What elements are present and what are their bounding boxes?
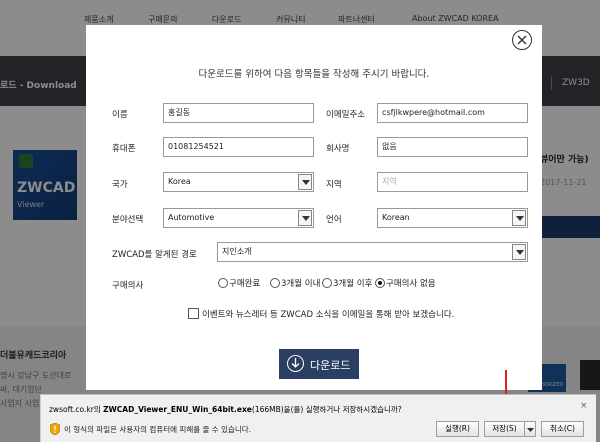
chevron-down-icon [527, 428, 534, 432]
radio-button-selected[interactable] [375, 278, 385, 288]
country-selected-value: Korea [168, 177, 191, 186]
referral-label: ZWCAD를 알게된 경로 [112, 250, 197, 260]
referral-selected-value: 지인소개 [222, 247, 252, 256]
industry-label: 분야선택 [112, 215, 144, 225]
industry-select[interactable]: Automotive [163, 208, 314, 228]
download-bar-close-icon[interactable]: × [580, 401, 588, 411]
save-button[interactable]: 저장(S) [484, 421, 525, 437]
phone-label: 휴대폰 [112, 144, 136, 154]
language-label: 언어 [326, 215, 342, 225]
radio-button[interactable] [322, 278, 332, 288]
name-input[interactable]: 홍길동 [163, 103, 314, 123]
region-label: 지역 [326, 180, 342, 190]
industry-selected-value: Automotive [168, 213, 215, 222]
download-button[interactable]: 다운로드 [279, 349, 359, 379]
email-label: 이메일주소 [326, 110, 366, 120]
newsletter-opt-in[interactable]: 이벤트와 뉴스레터 등 ZWCAD 소식을 이메일을 통해 받아 보겠습니다. [188, 308, 454, 320]
chevron-down-icon[interactable] [298, 174, 312, 190]
chevron-down-icon[interactable] [512, 210, 526, 226]
download-prompt-message: zwsoft.co.kr의 ZWCAD_Viewer_ENU_Win_64bit… [49, 404, 402, 415]
language-select[interactable]: Korean [377, 208, 528, 228]
download-filename: ZWCAD_Viewer_ENU_Win_64bit.exe [103, 405, 252, 414]
download-arrow-icon [287, 355, 304, 372]
email-input[interactable]: csfjlkwpere@hotmail.com [377, 103, 528, 123]
phone-input[interactable]: 01081254521 [163, 137, 314, 157]
radio-after-3-months[interactable]: 3개월 이후 [322, 277, 372, 289]
referral-select[interactable]: 지인소개 [217, 242, 528, 262]
radio-within-3-months[interactable]: 3개월 이내 [270, 277, 320, 289]
company-input[interactable]: 없음 [377, 137, 528, 157]
language-selected-value: Korean [382, 213, 410, 222]
name-label: 이름 [112, 110, 128, 120]
download-site: zwsoft.co.kr [49, 405, 94, 414]
chevron-down-icon[interactable] [512, 244, 526, 260]
country-label: 국가 [112, 180, 128, 190]
radio-purchase-complete[interactable]: 구매완료 [218, 277, 260, 289]
download-message-part: 의 [93, 405, 104, 414]
download-button-label: 다운로드 [310, 359, 351, 372]
radio-button[interactable] [270, 278, 280, 288]
run-button[interactable]: 실행(R) [436, 421, 479, 437]
chevron-down-icon[interactable] [298, 210, 312, 226]
download-warning-text: 이 형식의 파일은 사용자의 컴퓨터에 피해를 줄 수 있습니다. [64, 425, 252, 434]
radio-no-intent[interactable]: 구매의사 없음 [375, 277, 436, 289]
cancel-button[interactable]: 취소(C) [541, 421, 584, 437]
close-icon [517, 35, 527, 45]
newsletter-checkbox[interactable] [188, 308, 199, 319]
save-options-dropdown[interactable] [524, 421, 536, 437]
country-select[interactable]: Korea [163, 172, 314, 192]
download-message-part: (166MB)을(를) 실행하거나 저장하시겠습니까? [251, 405, 402, 414]
region-input[interactable]: 지역 [377, 172, 528, 192]
company-label: 회사명 [326, 144, 350, 154]
purchase-intent-label: 구매의사 [112, 281, 144, 291]
shield-warning-icon [50, 423, 60, 435]
newsletter-label: 이벤트와 뉴스레터 등 ZWCAD 소식을 이메일을 통해 받아 보겠습니다. [202, 310, 455, 320]
form-intro-text: 다운로드를 위하여 다음 항목들을 작성해 주시기 바랍니다. [198, 69, 430, 80]
radio-button[interactable] [218, 278, 228, 288]
modal-close-button[interactable] [512, 30, 532, 50]
